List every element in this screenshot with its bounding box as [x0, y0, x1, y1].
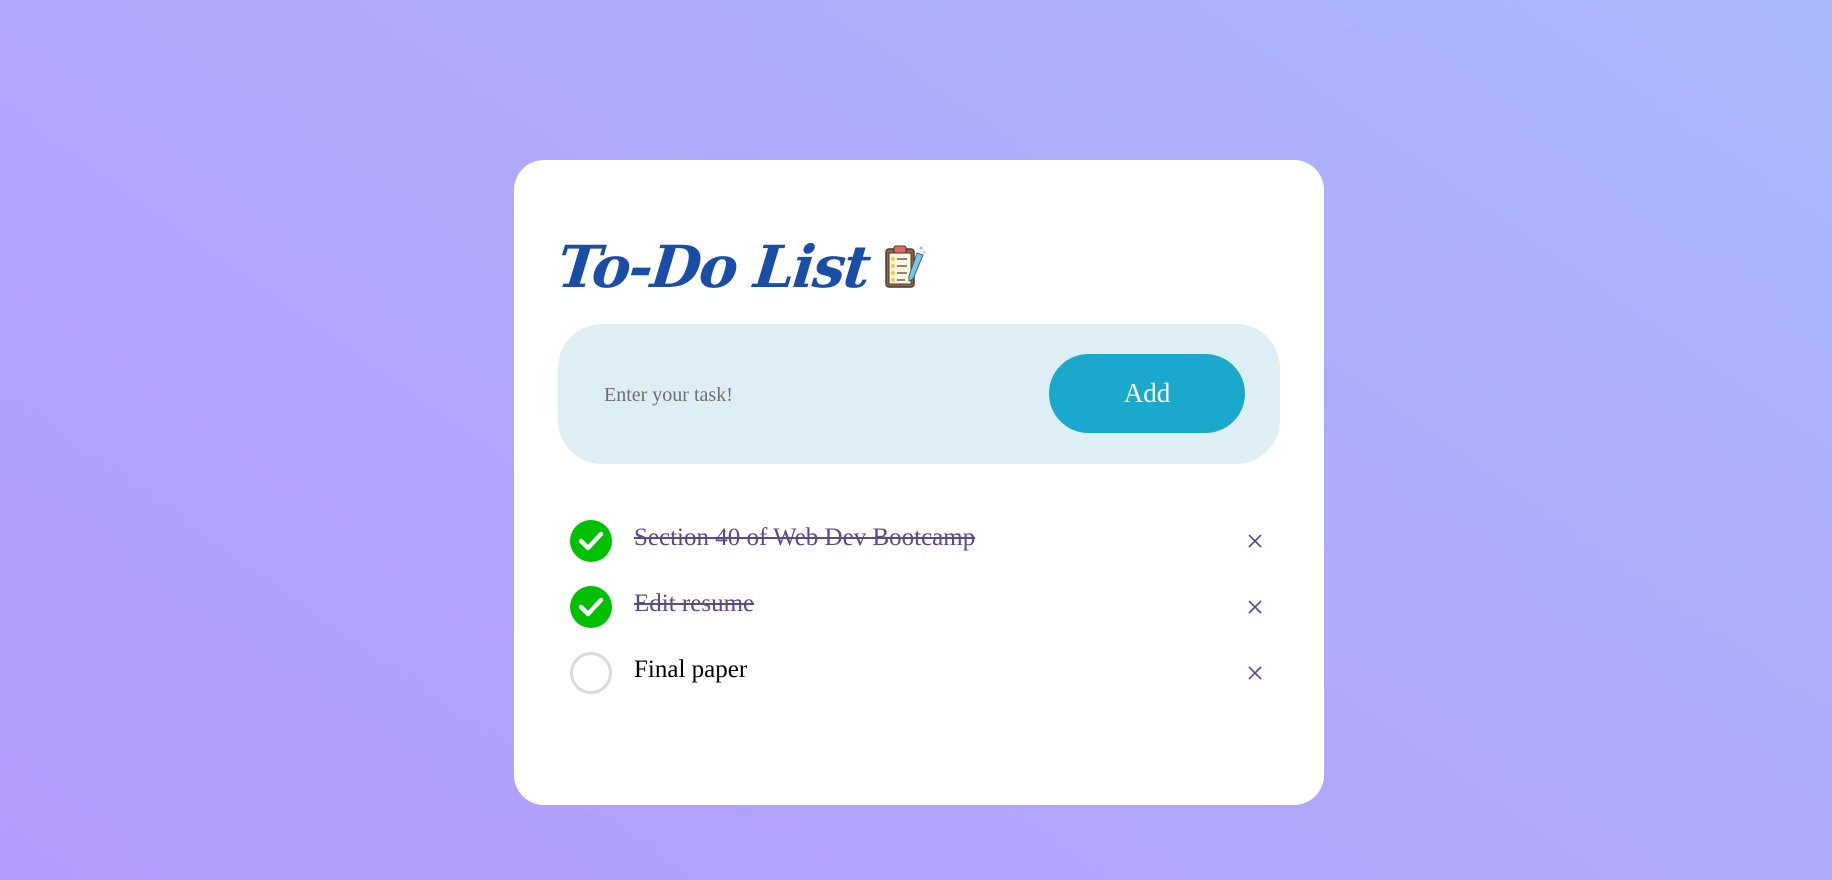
- task-text: Final paper: [634, 655, 748, 683]
- clipboard-checklist-icon: [883, 243, 927, 291]
- page-title: To-Do List: [554, 233, 873, 301]
- check-circle-icon[interactable]: [570, 586, 612, 628]
- empty-circle-icon[interactable]: [570, 652, 612, 694]
- task-input-row: Add: [558, 324, 1280, 464]
- close-icon[interactable]: [1240, 658, 1270, 688]
- task-text: Section 40 of Web Dev Bootcamp: [634, 523, 976, 551]
- task-item[interactable]: Final paper: [570, 640, 1270, 706]
- task-list: Section 40 of Web Dev Bootcamp Edit resu…: [570, 508, 1270, 706]
- task-item[interactable]: Edit resume: [570, 574, 1270, 640]
- todo-card: To-Do List Add: [514, 160, 1324, 805]
- task-input[interactable]: [602, 374, 1026, 416]
- task-text: Edit resume: [634, 589, 755, 617]
- task-item[interactable]: Section 40 of Web Dev Bootcamp: [570, 508, 1270, 574]
- check-circle-icon[interactable]: [570, 520, 612, 562]
- close-icon[interactable]: [1240, 592, 1270, 622]
- header: To-Do List: [554, 222, 927, 312]
- close-icon[interactable]: [1240, 526, 1270, 556]
- add-button[interactable]: Add: [1049, 354, 1245, 433]
